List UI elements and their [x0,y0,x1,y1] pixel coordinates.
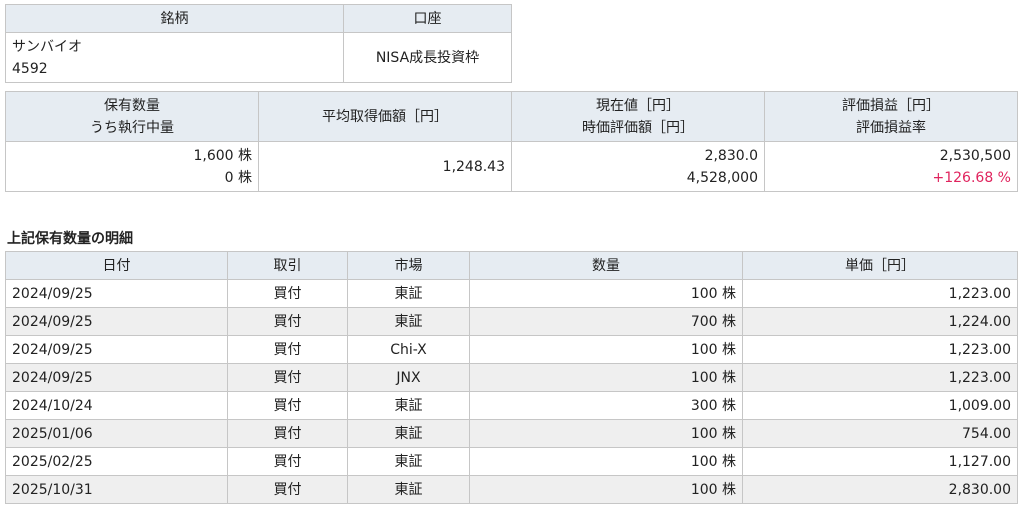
row-date: 2024/09/25 [5,307,228,336]
row-unit-price: 1,223.00 [742,335,1018,364]
table-row: 2025/01/06 買付 東証 100 株 754.00 [5,419,1018,448]
avg-price-value: 1,248.43 [258,141,512,192]
table-row: 2025/02/25 買付 東証 100 株 1,127.00 [5,447,1018,476]
header-market: 市場 [347,251,470,280]
row-unit-price: 2,830.00 [742,475,1018,504]
header-unit-price: 単価［円］ [742,251,1018,280]
quantity-value: 1,600 株 [193,147,252,164]
row-date: 2025/02/25 [5,447,228,476]
row-unit-price: 754.00 [742,419,1018,448]
quantity-cell: 1,600 株 0 株 [5,141,259,192]
row-market: 東証 [347,447,470,476]
header-avg-price: 平均取得価額［円］ [258,91,512,142]
row-unit-price: 1,009.00 [742,391,1018,420]
row-market: JNX [347,363,470,392]
row-market: 東証 [347,475,470,504]
section-title: 上記保有数量の明細 [7,231,133,247]
row-market: 東証 [347,307,470,336]
header-price: 現在値［円］ 時価評価額［円］ [511,91,765,142]
row-market: 東証 [347,419,470,448]
table-row: 2024/10/24 買付 東証 300 株 1,009.00 [5,391,1018,420]
row-quantity: 300 株 [469,391,743,420]
row-unit-price: 1,127.00 [742,447,1018,476]
row-date: 2024/09/25 [5,363,228,392]
detail-rows: 2024/09/25 買付 東証 100 株 1,223.00 2024/09/25 買付東… [5,279,1018,504]
market-value: 4,528,000 [686,169,758,186]
stock-cell: サンバイオ 4592 [5,32,344,83]
row-trade: 買付 [227,447,348,476]
row-unit-price: 1,223.00 [742,363,1018,392]
table-row: 2024/09/25 買付 Chi-X 100 株 1,223.00 [5,335,1018,364]
holding-detail-table: 日付 取引 市場 数量 単価［円］ 2024/09/25 買付 東証 100 株 1,2… [5,251,1018,504]
executing-value: 0 株 [224,169,252,186]
row-quantity: 700 株 [469,307,743,336]
pnl-cell: 2,530,500 +126.68 % [764,141,1018,192]
header-qty: 数量 [469,251,743,280]
header-stock: 銘柄 [5,4,344,33]
row-quantity: 100 株 [469,475,743,504]
row-trade: 買付 [227,475,348,504]
pnl-rate-value: +126.68 % [932,169,1011,186]
row-trade: 買付 [227,419,348,448]
row-date: 2024/10/24 [5,391,228,420]
header-price-line1: 現在値［円］ [596,97,680,114]
header-quantity-line1: 保有数量 [104,97,160,114]
row-trade: 買付 [227,307,348,336]
row-date: 2024/09/25 [5,335,228,364]
table-row: 2024/09/25 買付 東証 100 株 1,223.00 [5,279,1018,308]
row-trade: 買付 [227,391,348,420]
row-unit-price: 1,223.00 [742,279,1018,308]
price-cell: 2,830.0 4,528,000 [511,141,765,192]
table-row: 2024/09/25 買付 JNX 100 株 1,223.00 [5,363,1018,392]
stock-name: サンバイオ [12,38,82,55]
row-trade: 買付 [227,279,348,308]
header-pnl: 評価損益［円］ 評価損益率 [764,91,1018,142]
row-trade: 買付 [227,363,348,392]
row-date: 2025/10/31 [5,475,228,504]
header-trade: 取引 [227,251,348,280]
header-quantity-line2: うち執行中量 [90,119,174,136]
row-quantity: 100 株 [469,419,743,448]
header-pnl-line1: 評価損益［円］ [842,97,940,114]
header-price-line2: 時価評価額［円］ [582,119,694,136]
row-quantity: 100 株 [469,279,743,308]
row-trade: 買付 [227,335,348,364]
header-quantity: 保有数量 うち執行中量 [5,91,259,142]
table-row: 2024/09/25 買付 東証 700 株 1,224.00 [5,307,1018,336]
header-date: 日付 [5,251,228,280]
row-market: 東証 [347,279,470,308]
row-unit-price: 1,224.00 [742,307,1018,336]
table-row: 2025/10/31 買付 東証 100 株 2,830.00 [5,475,1018,504]
pnl-value: 2,530,500 [939,147,1011,164]
row-date: 2025/01/06 [5,419,228,448]
current-price-value: 2,830.0 [704,147,758,164]
stock-code: 4592 [12,60,48,77]
row-market: Chi-X [347,335,470,364]
stock-info-table: 銘柄 口座 サンバイオ 4592 NISA成長投資枠 [5,4,512,83]
account-type: NISA成長投資枠 [343,32,512,83]
header-account: 口座 [343,4,512,33]
row-quantity: 100 株 [469,335,743,364]
holding-summary-table: 保有数量 うち執行中量 平均取得価額［円］ 現在値［円］ 時価評価額［円］ 評価… [5,91,1018,192]
row-date: 2024/09/25 [5,279,228,308]
row-market: 東証 [347,391,470,420]
header-pnl-line2: 評価損益率 [856,119,926,136]
row-quantity: 100 株 [469,363,743,392]
row-quantity: 100 株 [469,447,743,476]
